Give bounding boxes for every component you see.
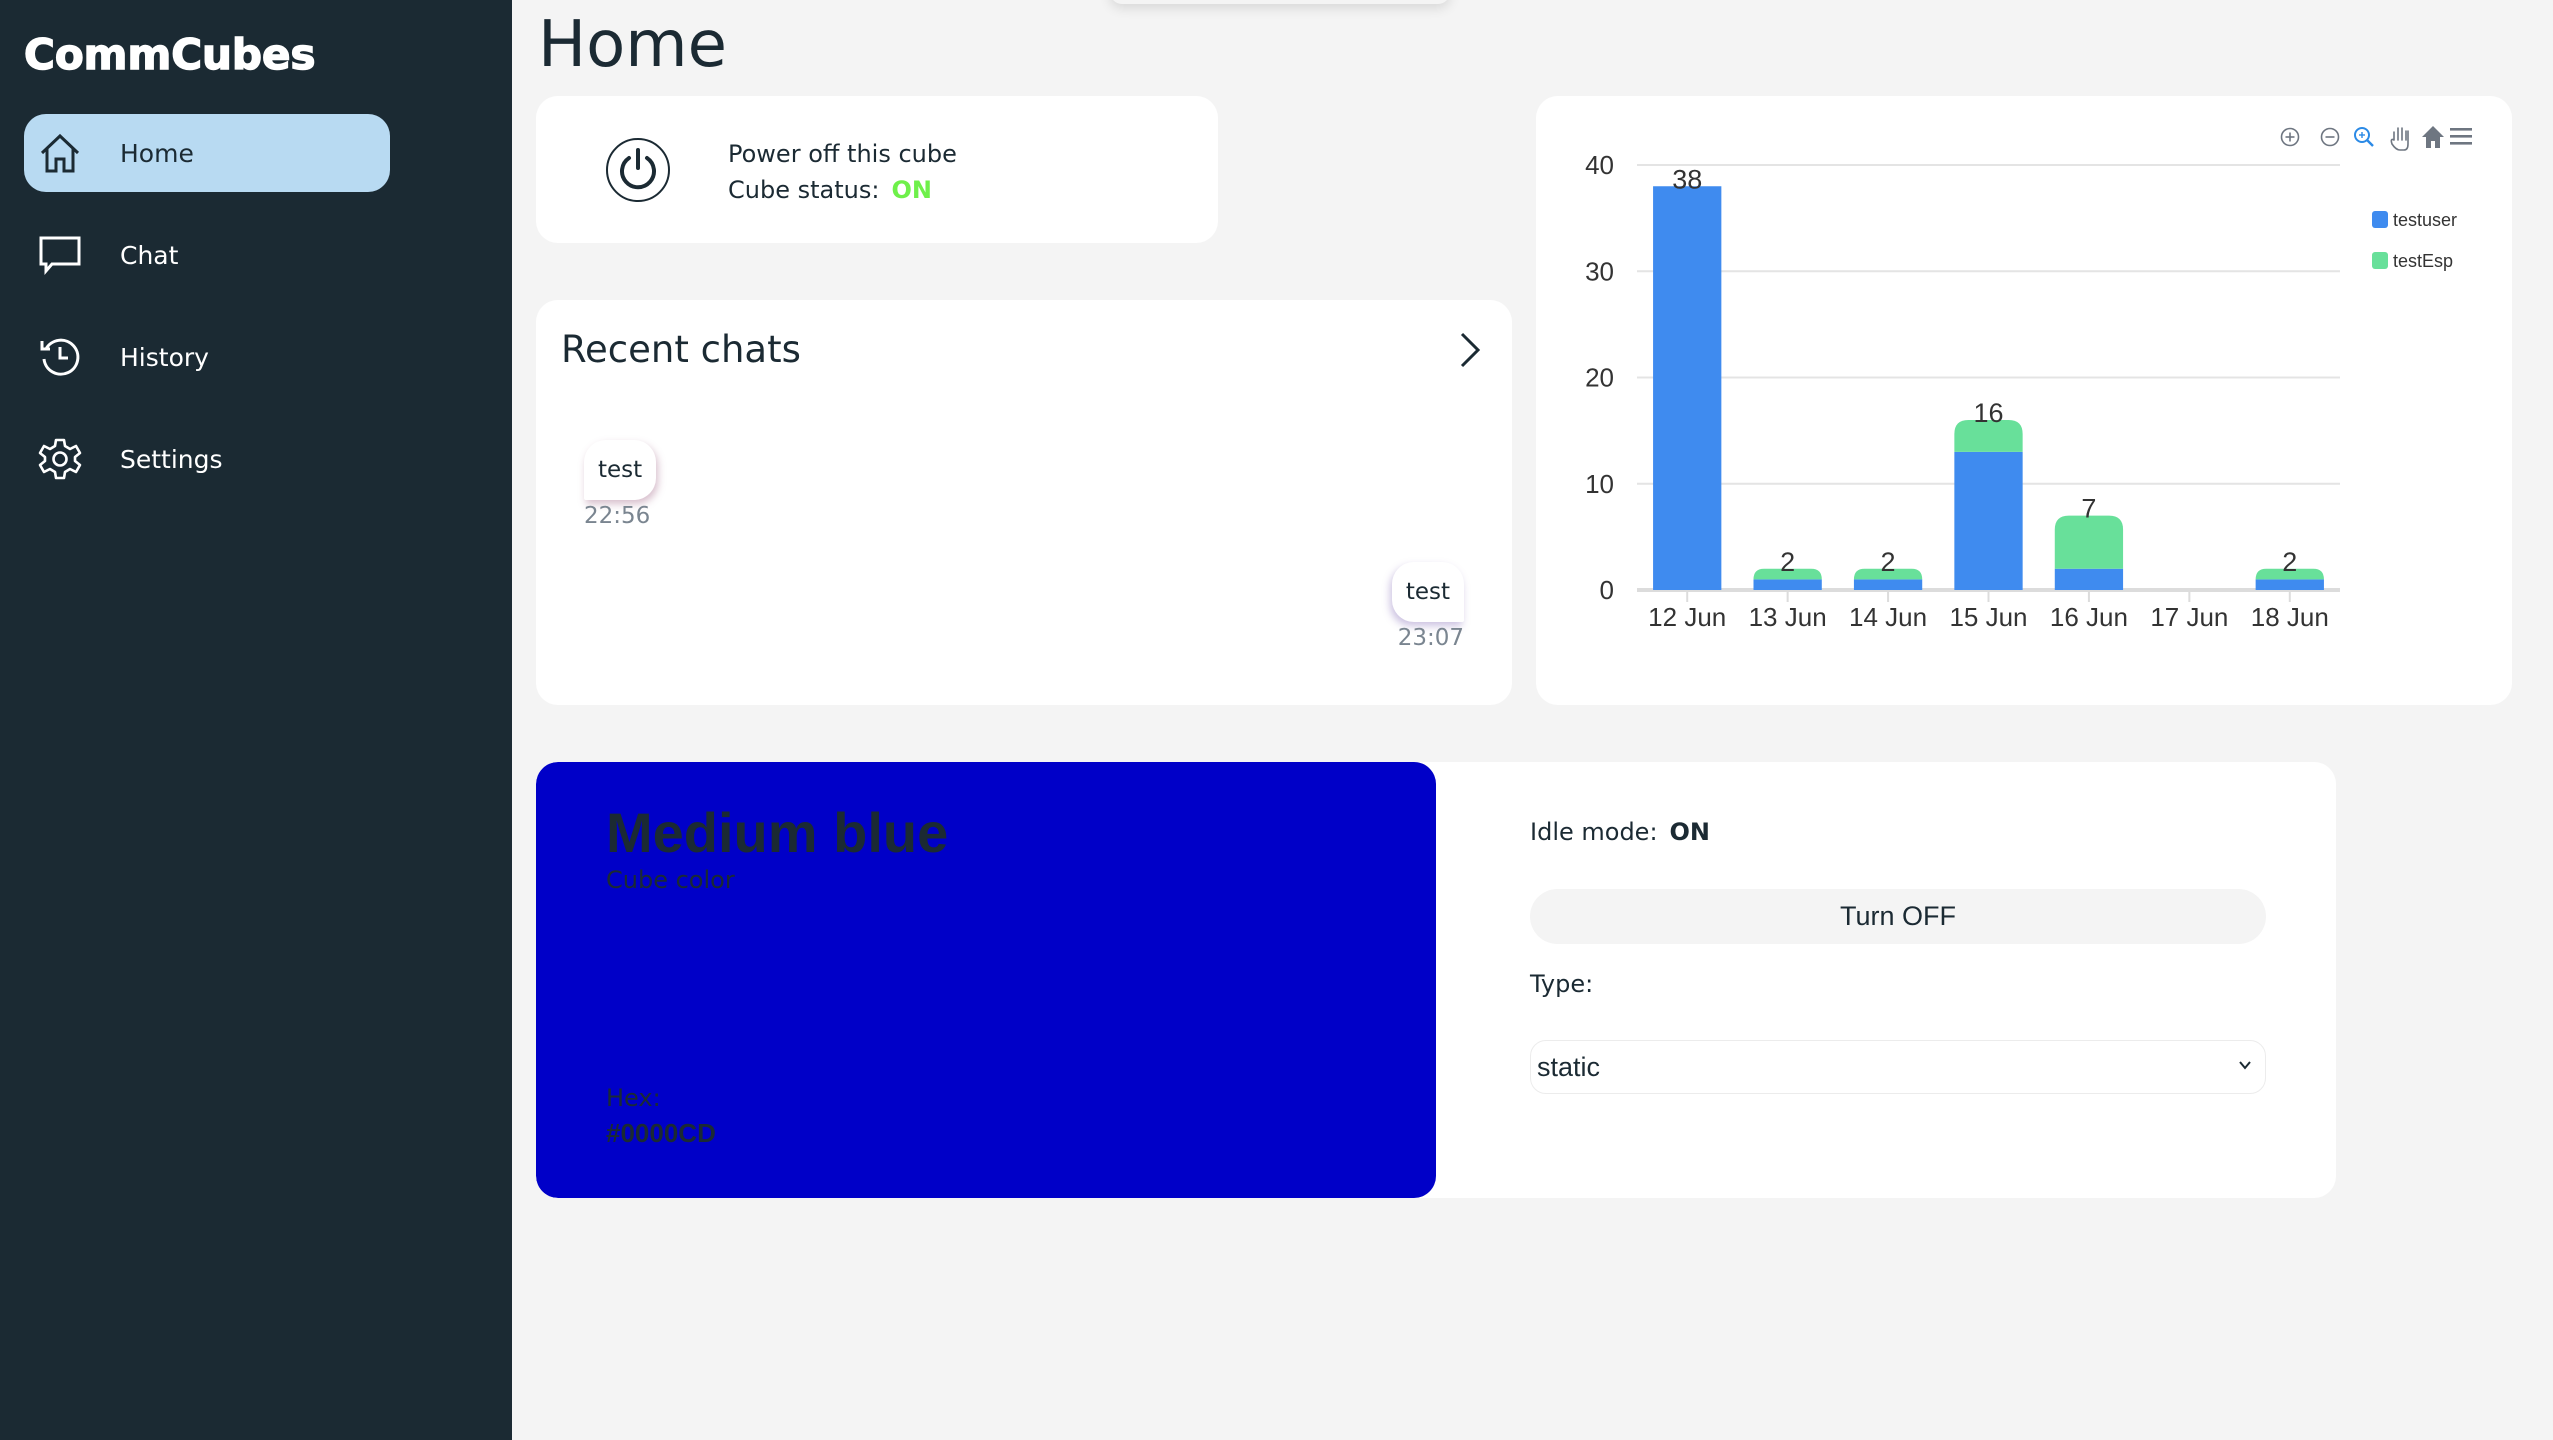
power-button[interactable] — [606, 138, 670, 202]
x-tick-label: 13 Jun — [1749, 602, 1827, 632]
selection-zoom-icon[interactable] — [2354, 127, 2374, 147]
bar-segment-testuser — [1753, 579, 1822, 590]
reset-home-icon[interactable] — [2422, 126, 2444, 148]
cube-status-label: Cube status: — [728, 176, 880, 204]
chart-card: 0 10 20 30 40 12 Jun 38 13 Jun 2 14 Jun 2 15 Jun 16… — [1536, 96, 2512, 705]
x-tick-label: 12 Jun — [1648, 602, 1726, 632]
sidebar-item-label: Settings — [120, 444, 223, 474]
chart-toolbar — [2280, 126, 2472, 151]
sidebar-item-label: History — [120, 342, 209, 372]
stacked-bar-chart: 0 10 20 30 40 12 Jun 38 13 Jun 2 14 Jun 2 15 Jun 16… — [1585, 126, 2472, 632]
zoom-in-icon[interactable] — [2280, 127, 2300, 147]
menu-icon[interactable] — [2450, 128, 2472, 145]
type-select[interactable]: static — [1530, 1040, 2266, 1094]
sidebar-item-home[interactable]: Home — [24, 114, 390, 192]
data-label: 38 — [1672, 164, 1702, 194]
color-subtitle: Cube color — [606, 866, 735, 894]
legend-swatch — [2372, 252, 2388, 269]
bar-segment-testuser — [1954, 451, 2023, 590]
bar-segment-testuser — [2054, 568, 2124, 590]
power-off-label: Power off this cube — [728, 140, 957, 168]
y-tick-label: 20 — [1585, 363, 1614, 393]
x-tick-label: 14 Jun — [1849, 602, 1927, 632]
data-label: 2 — [2282, 547, 2297, 577]
data-label: 2 — [1881, 547, 1896, 577]
sidebar-item-label: Home — [120, 138, 194, 168]
hex-value: #0000CD — [606, 1118, 716, 1148]
type-label: Type: — [1530, 970, 1594, 998]
history-icon — [38, 335, 82, 379]
y-tick-label: 0 — [1600, 575, 1614, 605]
page-title: Home — [538, 8, 727, 82]
cube-status-value: ON — [891, 176, 932, 204]
idle-mode-value: ON — [1669, 818, 1711, 846]
data-label: 7 — [2081, 494, 2096, 524]
x-tick-label: 16 Jun — [2050, 602, 2128, 632]
recent-chats-card: Recent chats test 22:56 test 23:07 — [536, 300, 1512, 705]
chevron-right-icon[interactable] — [1454, 328, 1484, 372]
bar-segment-testuser — [2255, 579, 2324, 590]
home-icon — [38, 131, 82, 175]
sidebar-item-settings[interactable]: Settings — [24, 420, 390, 498]
cube-color-card: Medium blue Cube color Hex: #0000CD Idle… — [536, 762, 2336, 1198]
turn-off-button[interactable]: Turn OFF — [1530, 889, 2266, 944]
app-logo: CommCubes — [23, 29, 316, 80]
x-tick-label: 15 Jun — [1949, 602, 2027, 632]
top-popup-shadow — [1110, 0, 1450, 4]
x-tick-label: 18 Jun — [2251, 602, 2329, 632]
chat-bubble[interactable]: test — [584, 440, 657, 500]
chat-timestamp: 22:56 — [584, 503, 651, 529]
type-selected-value: static — [1537, 1051, 1601, 1082]
x-tick-label: 17 Jun — [2150, 602, 2228, 632]
y-tick-label: 10 — [1585, 469, 1614, 499]
legend-swatch — [2372, 211, 2388, 228]
bar-segment-testuser — [1653, 186, 1722, 590]
bar-segment-testuser — [1853, 579, 1923, 590]
hex-label: Hex: — [606, 1084, 661, 1112]
gear-icon — [38, 437, 82, 481]
idle-mode-line: Idle mode: ON — [1530, 818, 1710, 846]
chat-timestamp: 23:07 — [1397, 625, 1464, 651]
cube-status-line: Cube status: ON — [728, 172, 957, 208]
sidebar-item-chat[interactable]: Chat — [24, 216, 390, 294]
chat-bubble[interactable]: test — [1391, 562, 1464, 622]
data-label: 16 — [1973, 398, 2003, 428]
idle-mode-label: Idle mode: — [1530, 818, 1658, 846]
zoom-out-icon[interactable] — [2320, 127, 2340, 147]
power-icon — [620, 148, 656, 190]
pan-icon[interactable] — [2390, 127, 2409, 151]
recent-chats-title: Recent chats — [561, 328, 801, 371]
color-swatch[interactable]: Medium blue Cube color Hex: #0000CD — [536, 762, 1436, 1198]
y-tick-label: 40 — [1585, 150, 1614, 180]
color-name: Medium blue — [606, 801, 949, 864]
legend-label: testuser — [2393, 210, 2457, 230]
data-label: 2 — [1780, 547, 1795, 577]
sidebar: CommCubes Home Chat History Settings — [0, 0, 512, 1440]
chat-icon — [38, 233, 82, 277]
legend-label: testEsp — [2393, 251, 2453, 271]
sidebar-item-history[interactable]: History — [24, 318, 390, 396]
chevron-down-icon — [2239, 1061, 2251, 1070]
sidebar-item-label: Chat — [120, 240, 179, 270]
idle-controls: Idle mode: ON Turn OFF Type: static — [1530, 762, 2266, 1198]
y-tick-label: 30 — [1585, 256, 1614, 286]
power-card: Power off this cube Cube status: ON — [536, 96, 1218, 243]
